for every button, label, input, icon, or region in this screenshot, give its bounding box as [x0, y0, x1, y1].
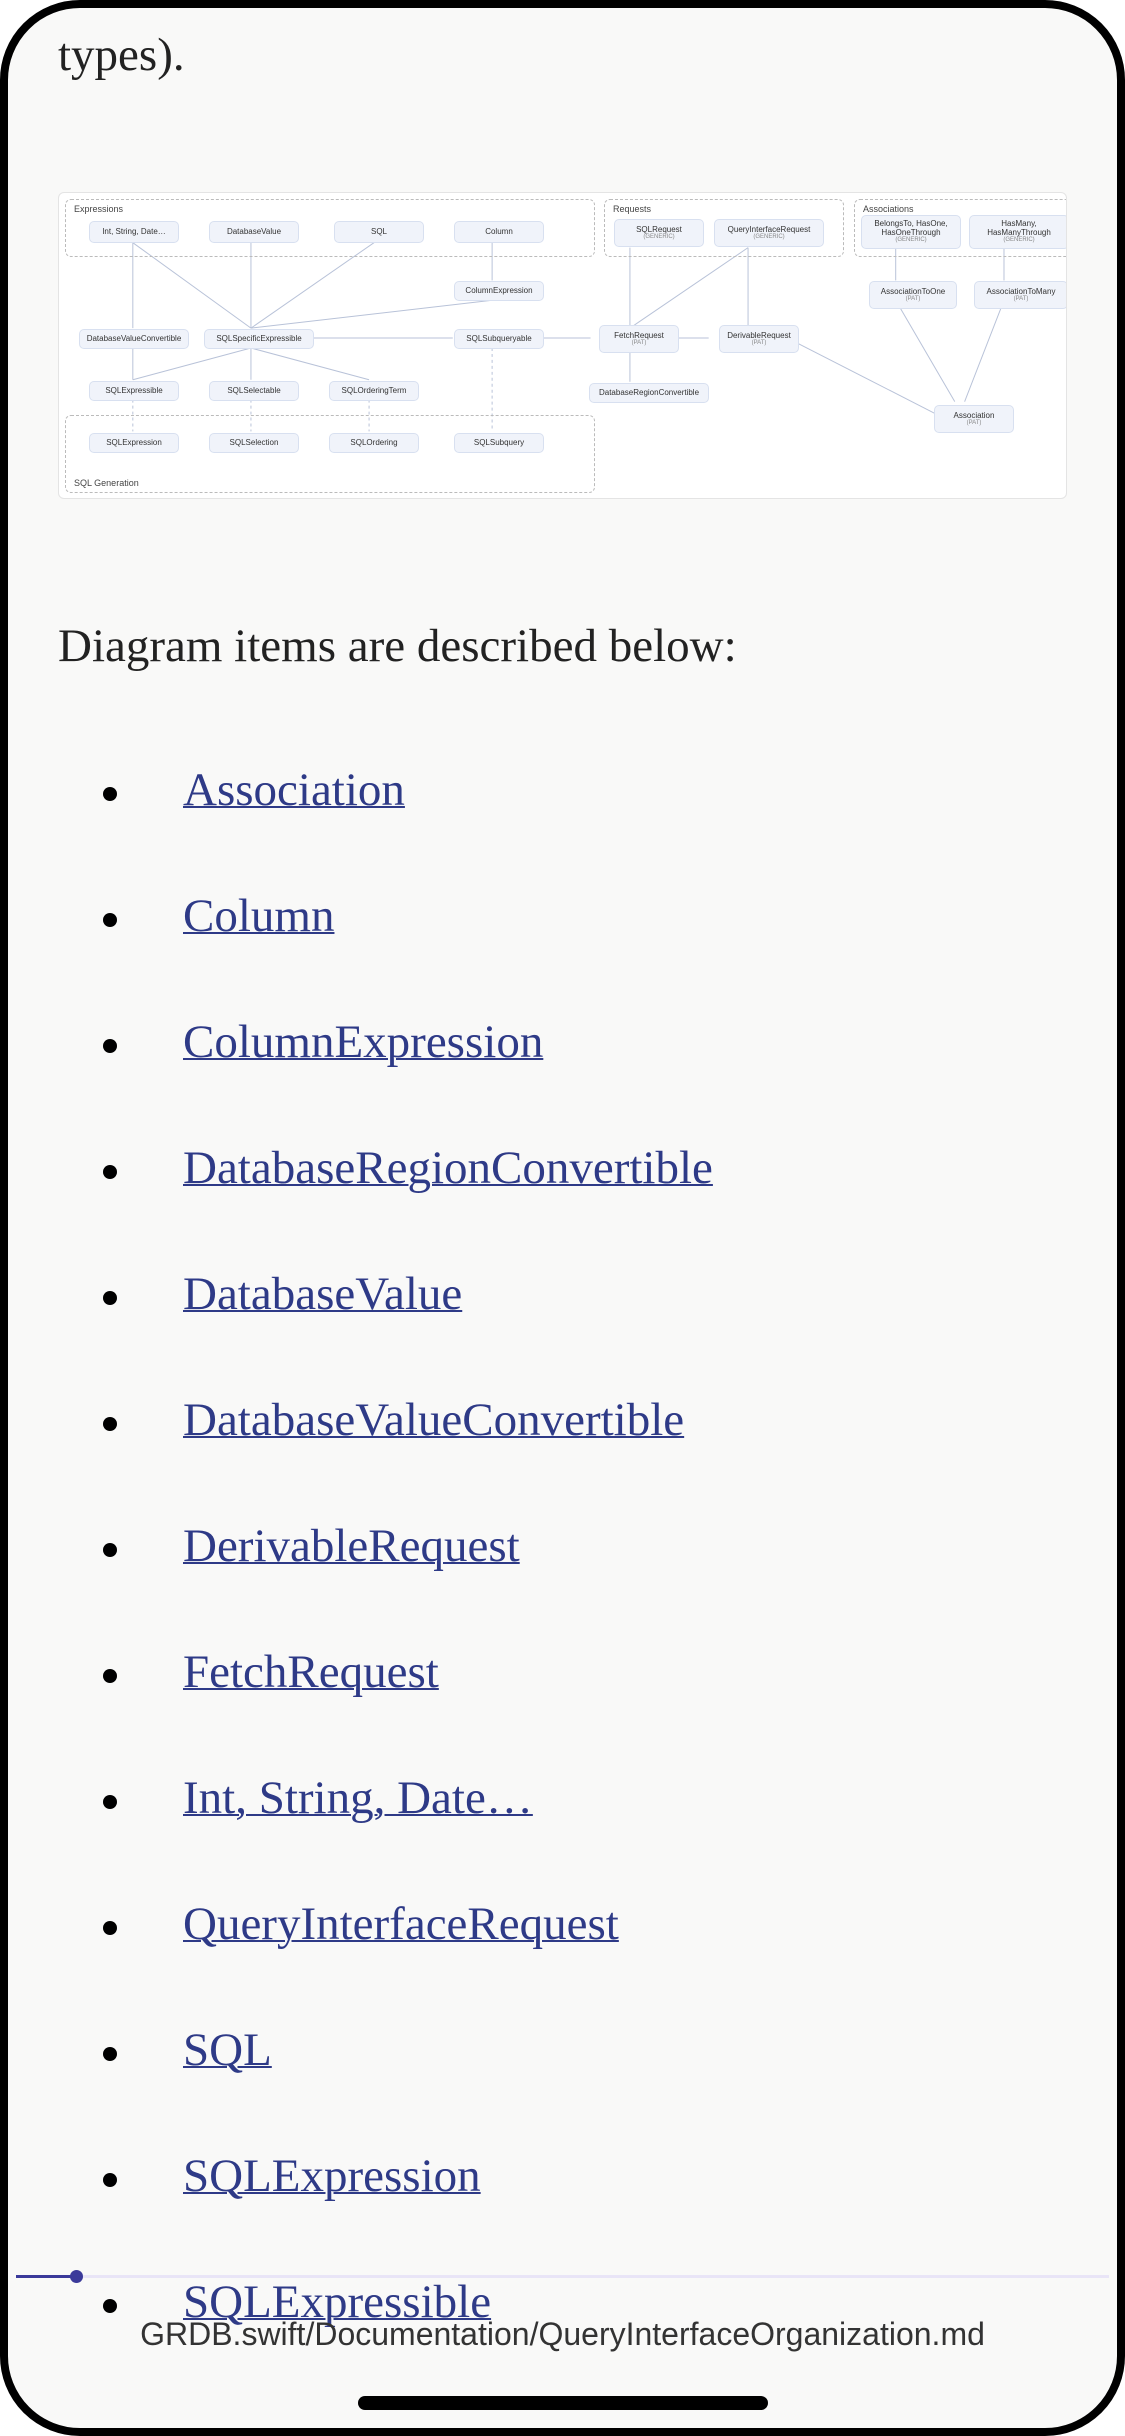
diagram-node-sqlsubqueryable: SQLSubqueryable	[454, 329, 544, 349]
reading-progress-fill	[16, 2275, 78, 2278]
diagram-node-int-string-date: Int, String, Date…	[89, 221, 179, 243]
diagram-panel-label: Expressions	[74, 204, 123, 214]
link-databaseregionconvertible[interactable]: DatabaseRegionConvertible	[183, 1142, 713, 1194]
list-item: QueryInterfaceRequest	[103, 1897, 1067, 1951]
link-columnexpression[interactable]: ColumnExpression	[183, 1016, 543, 1068]
diagram-node-sql: SQL	[334, 221, 424, 243]
diagram-node-columnexpression: ColumnExpression	[454, 281, 544, 301]
device-frame: types).	[0, 0, 1125, 2436]
architecture-diagram: Expressions Int, String, Date… DatabaseV…	[58, 192, 1067, 499]
diagram-node-associationtoone: AssociationToOne(PAT)	[869, 281, 957, 309]
diagram-node-sqlselectable: SQLSelectable	[209, 381, 299, 401]
list-item: DatabaseValue	[103, 1267, 1067, 1321]
link-column[interactable]: Column	[183, 890, 334, 942]
diagram-node-sqlsubquery: SQLSubquery	[454, 433, 544, 453]
diagram-node-sqlexpressible: SQLExpressible	[89, 381, 179, 401]
list-item: SQL	[103, 2023, 1067, 2077]
list-item: Int, String, Date…	[103, 1771, 1067, 1825]
home-indicator[interactable]	[358, 2396, 768, 2410]
diagram-node-sqlordering: SQLOrdering	[329, 433, 419, 453]
diagram-panel-label: Associations	[863, 204, 914, 214]
diagram-node-sqlrequest: SQLRequest(GENERIC)	[614, 219, 704, 247]
footer-path: GRDB.swift/Documentation/QueryInterfaceO…	[8, 2316, 1117, 2353]
link-derivablerequest[interactable]: DerivableRequest	[183, 1520, 520, 1572]
list-item: SQLExpression	[103, 2149, 1067, 2203]
link-sql[interactable]: SQL	[183, 2024, 272, 2076]
list-item: DatabaseRegionConvertible	[103, 1141, 1067, 1195]
diagram-node-column: Column	[454, 221, 544, 243]
diagram-node-derivablerequest: DerivableRequest(PAT)	[719, 325, 799, 353]
paragraph-fragment: types).	[58, 28, 1067, 82]
diagram-node-fetchrequest: FetchRequest(PAT)	[599, 325, 679, 353]
diagram-panel-sqlgeneration: SQL Generation	[65, 415, 595, 493]
diagram-node-belongsto-hasone: BelongsTo, HasOne, HasOneThrough(GENERIC…	[861, 215, 961, 249]
list-item: DerivableRequest	[103, 1519, 1067, 1573]
link-association[interactable]: Association	[183, 764, 405, 816]
diagram-panel-label: SQL Generation	[74, 478, 139, 488]
link-int-string-date[interactable]: Int, String, Date…	[183, 1772, 533, 1824]
diagram-node-sqlspecificexpressible: SQLSpecificExpressible	[204, 329, 314, 349]
diagram-node-databasevalue: DatabaseValue	[209, 221, 299, 243]
link-databasevalue[interactable]: DatabaseValue	[183, 1268, 462, 1320]
reading-progress-knob[interactable]	[70, 2270, 83, 2283]
intro-text: Diagram items are described below:	[58, 619, 1067, 673]
diagram-node-queryinterfacerequest: QueryInterfaceRequest(GENERIC)	[714, 219, 824, 247]
diagram-node-hasmany: HasMany, HasManyThrough(GENERIC)	[969, 215, 1067, 249]
list-item: FetchRequest	[103, 1645, 1067, 1699]
diagram-node-sqlselection: SQLSelection	[209, 433, 299, 453]
link-databasevalueconvertible[interactable]: DatabaseValueConvertible	[183, 1394, 684, 1446]
list-item: Association	[103, 763, 1067, 817]
link-sqlexpression[interactable]: SQLExpression	[183, 2150, 481, 2202]
diagram-node-sqlorderingterm: SQLOrderingTerm	[329, 381, 419, 401]
link-fetchrequest[interactable]: FetchRequest	[183, 1646, 439, 1698]
link-queryinterfacerequest[interactable]: QueryInterfaceRequest	[183, 1898, 619, 1950]
diagram-node-databasevalueconvertible: DatabaseValueConvertible	[79, 329, 189, 349]
diagram-node-association: Association(PAT)	[934, 405, 1014, 433]
list-item: Column	[103, 889, 1067, 943]
list-item: ColumnExpression	[103, 1015, 1067, 1069]
reading-progress-bar[interactable]	[16, 2275, 1109, 2278]
diagram-panel-label: Requests	[613, 204, 651, 214]
list-item: DatabaseValueConvertible	[103, 1393, 1067, 1447]
document-content: types).	[8, 8, 1117, 2436]
diagram-node-sqlexpression: SQLExpression	[89, 433, 179, 453]
link-list: Association Column ColumnExpression Data…	[58, 763, 1067, 2329]
diagram-node-associationtomany: AssociationToMany(PAT)	[974, 281, 1067, 309]
diagram-node-databaseregionconvertible: DatabaseRegionConvertible	[589, 383, 709, 403]
